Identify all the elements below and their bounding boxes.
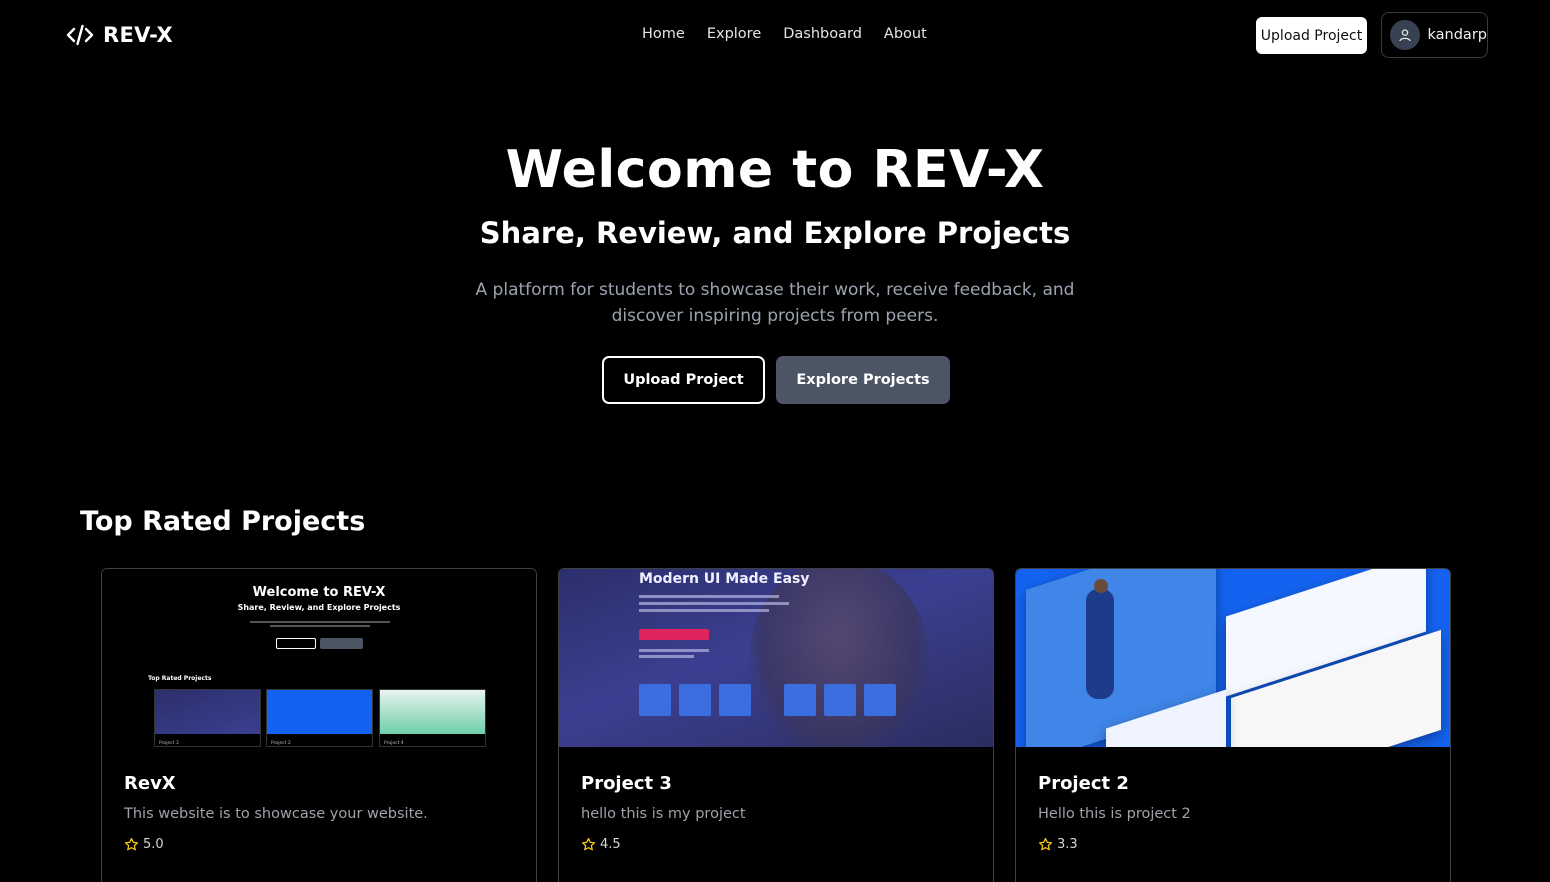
rating-value: 4.5 xyxy=(600,837,621,852)
code-brackets-icon xyxy=(66,24,94,46)
project-rating: 5.0 xyxy=(124,837,164,852)
hero-subtitle: Share, Review, and Explore Projects xyxy=(479,216,1071,250)
user-icon xyxy=(1390,20,1420,50)
navbar: REV-X Home Explore Dashboard About Uploa… xyxy=(0,0,1550,72)
username: kandarp xyxy=(1427,27,1487,43)
project-thumbnail xyxy=(1016,569,1450,747)
logo[interactable]: REV-X xyxy=(66,22,173,48)
project-card[interactable]: Modern UI Made Easy Project 3 hello this… xyxy=(558,568,994,882)
thumb-title: Welcome to REV-X xyxy=(252,585,386,600)
nav-link-home[interactable]: Home xyxy=(642,26,685,42)
hero-upload-project-button[interactable]: Upload Project xyxy=(602,356,765,404)
project-title: Project 3 xyxy=(581,773,672,794)
thumb-caption: Project 4 xyxy=(384,741,404,746)
logo-text: REV-X xyxy=(103,23,173,47)
thumb-caption: Project 2 xyxy=(271,741,291,746)
thumb-description xyxy=(242,619,398,629)
project-description: Hello this is project 2 xyxy=(1038,806,1191,822)
thumb-headline: Modern UI Made Easy xyxy=(639,571,810,587)
nav-links: Home Explore Dashboard About xyxy=(642,26,927,42)
project-card[interactable]: Welcome to REV-X Share, Review, and Expl… xyxy=(101,568,537,882)
hero-title: Welcome to REV-X xyxy=(505,140,1045,200)
thumb-section-title: Top Rated Projects xyxy=(148,675,212,682)
thumb-card xyxy=(154,689,261,747)
hero-description: A platform for students to showcase thei… xyxy=(475,280,1075,326)
project-thumbnail: Welcome to REV-X Share, Review, and Expl… xyxy=(102,569,536,747)
thumb-subtitle: Share, Review, and Explore Projects xyxy=(237,603,401,612)
star-icon xyxy=(581,837,596,851)
project-thumbnail: Modern UI Made Easy xyxy=(559,569,993,747)
nav-link-dashboard[interactable]: Dashboard xyxy=(783,26,862,42)
project-description: This website is to showcase your website… xyxy=(124,806,428,822)
project-description: hello this is my project xyxy=(581,806,746,822)
thumb-button xyxy=(276,638,316,649)
project-title: Project 2 xyxy=(1038,773,1129,794)
project-title: RevX xyxy=(124,773,176,794)
thumb-card xyxy=(266,689,373,747)
thumb-caption: Project 3 xyxy=(159,741,179,746)
project-rating: 4.5 xyxy=(581,837,621,852)
rating-value: 5.0 xyxy=(143,837,164,852)
nav-upload-project-button[interactable]: Upload Project xyxy=(1256,17,1367,54)
star-icon xyxy=(124,837,139,851)
star-icon xyxy=(1038,837,1053,851)
project-rating: 3.3 xyxy=(1038,837,1078,852)
section-title: Top Rated Projects xyxy=(80,506,366,537)
project-card[interactable]: Project 2 Hello this is project 2 3.3 xyxy=(1015,568,1451,882)
nav-link-explore[interactable]: Explore xyxy=(707,26,761,42)
hero-explore-projects-button[interactable]: Explore Projects xyxy=(776,356,950,404)
thumb-card xyxy=(379,689,486,747)
user-menu-button[interactable]: kandarp xyxy=(1381,12,1488,58)
thumb-button xyxy=(320,638,363,649)
rating-value: 3.3 xyxy=(1057,837,1078,852)
nav-link-about[interactable]: About xyxy=(884,26,927,42)
